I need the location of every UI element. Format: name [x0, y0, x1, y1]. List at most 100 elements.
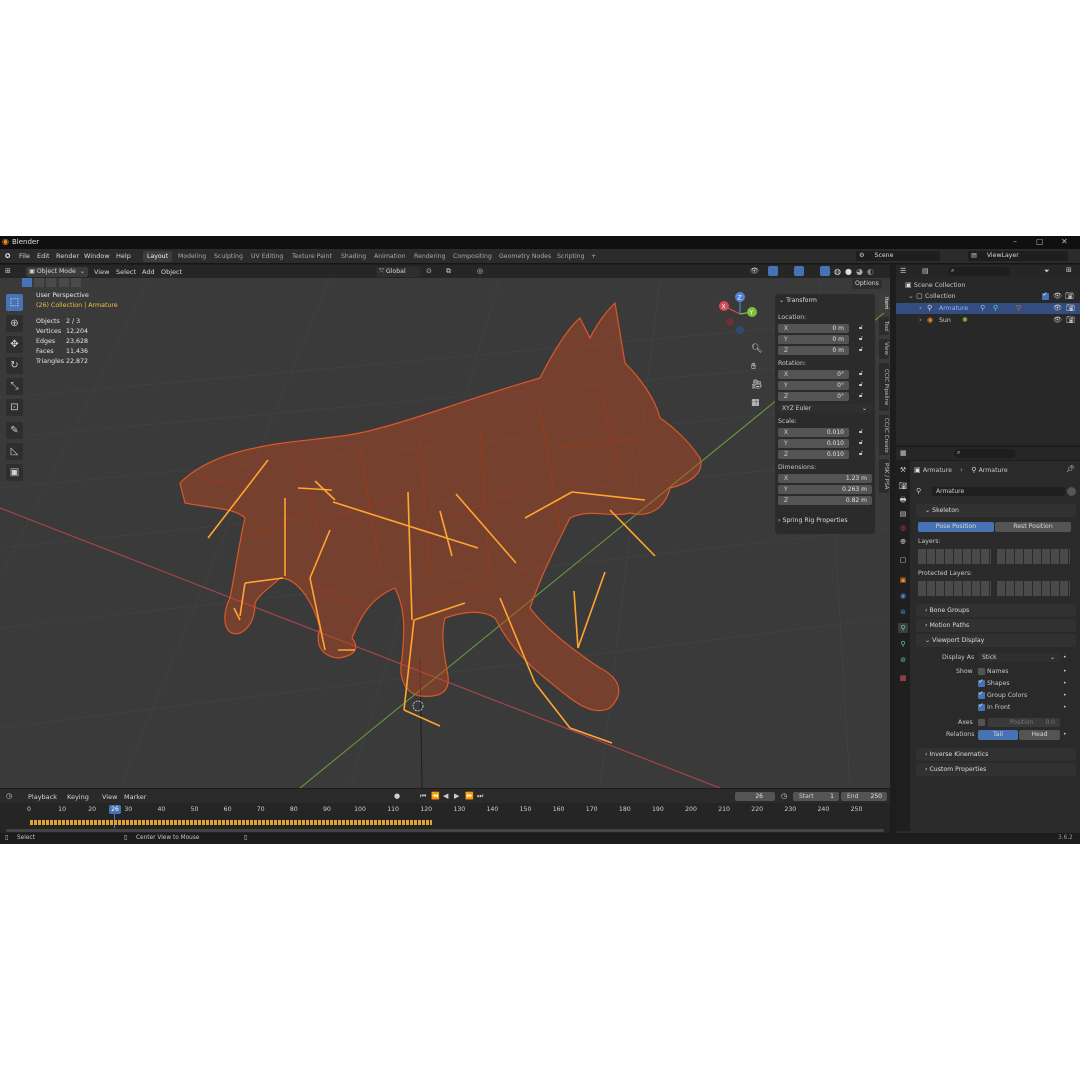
collection-enable-checkbox[interactable] [1042, 291, 1049, 300]
layers-grid-left[interactable] [918, 549, 991, 564]
timeline-menu-keying[interactable]: Keying [67, 793, 89, 801]
tab-modeling[interactable]: Modeling [174, 251, 210, 262]
jump-end-icon[interactable]: ⏭ [477, 792, 483, 801]
animate-dot-icon[interactable]: • [1063, 680, 1067, 687]
orientation-selector[interactable]: ⤧ Global [376, 267, 420, 277]
animate-dot-icon[interactable]: • [1063, 654, 1067, 661]
eye-icon[interactable]: 👁 [1053, 316, 1062, 324]
protected-layers-grid-left[interactable] [918, 581, 991, 596]
lock-icon[interactable]: 🔓︎ [859, 381, 863, 389]
wireframe-shading-icon[interactable]: ◍ [834, 267, 841, 276]
tab-psk-psa[interactable]: PSK / PSA [879, 459, 889, 493]
tab-sculpting[interactable]: Sculpting [210, 251, 247, 262]
relations-head-button[interactable]: Head [1019, 730, 1060, 740]
maximize-icon[interactable]: ▢ [1036, 237, 1044, 246]
pan-hand-icon[interactable]: ✋︎ [751, 362, 756, 372]
snap-icon[interactable]: ⧉ [446, 267, 451, 276]
eye-icon[interactable]: 👁 [1053, 304, 1062, 312]
menu-render[interactable]: Render [56, 252, 79, 260]
3d-viewport[interactable]: Options ⬚ ⊕ ✥ ↻ ⤡ ⊡ ✎ ◺ ▣ User Perspecti… [0, 278, 890, 788]
rendered-shading-icon[interactable]: ◐ [867, 267, 874, 276]
lock-icon[interactable]: 🔓︎ [859, 428, 863, 436]
animate-dot-icon[interactable]: • [1063, 704, 1067, 711]
select-box-tool[interactable]: ⬚ [6, 294, 23, 311]
object-tab-icon[interactable]: ▣ [898, 575, 908, 585]
mode-selector[interactable]: ▣ Object Mode ⌄ [26, 267, 88, 277]
names-checkbox[interactable] [978, 668, 985, 675]
rotation-y-field[interactable]: Y 0° [778, 381, 849, 390]
timeline-menu-marker[interactable]: Marker [124, 793, 146, 801]
filter-icon[interactable]: ⏷ [1044, 267, 1050, 276]
rotation-z-field[interactable]: Z 0° [778, 392, 849, 401]
animate-dot-icon[interactable]: • [1063, 692, 1067, 699]
pivot-icon[interactable]: ⊙ [426, 267, 432, 275]
menu-help[interactable]: Help [116, 252, 131, 260]
lock-icon[interactable]: 🔓︎ [859, 324, 863, 332]
lock-icon[interactable]: 🔓︎ [859, 439, 863, 447]
scale-z-field[interactable]: Z 0.010 [778, 450, 849, 459]
view-layer-selector[interactable]: ▤ ViewLayer [968, 251, 1068, 261]
timeline-menu-view[interactable]: View [102, 793, 117, 801]
minimize-icon[interactable]: – [1013, 237, 1017, 246]
bone-constraint-tab-icon[interactable]: ⊘ [898, 655, 908, 665]
new-collection-icon[interactable]: ⊞ [1066, 266, 1072, 274]
lock-icon[interactable]: 🔓︎ [859, 335, 863, 343]
camera-view-icon[interactable]: 🎥︎ [751, 380, 762, 390]
spring-rig-header[interactable]: › Spring Rig Properties [778, 517, 848, 524]
tab-shading[interactable]: Shading [337, 251, 370, 262]
texture-tab-icon[interactable]: ▩ [898, 673, 908, 683]
camera-icon[interactable]: 📷︎ [1065, 292, 1074, 300]
jump-start-icon[interactable]: ⏮ [420, 792, 426, 801]
custom-properties-section[interactable]: › Custom Properties [916, 763, 1076, 776]
location-z-field[interactable]: Z0 m [778, 346, 849, 355]
outliner-editor-icon[interactable]: ☰ [900, 267, 906, 275]
current-frame-field[interactable]: 26 [735, 792, 775, 801]
pose-position-button[interactable]: Pose Position [918, 522, 994, 532]
camera-icon[interactable]: 📷︎ [1066, 304, 1075, 312]
eye-icon[interactable]: 👁 [1053, 292, 1062, 300]
tab-uv-editing[interactable]: UV Editing [247, 251, 287, 262]
timeline-editor-icon[interactable]: ◷ [6, 792, 12, 800]
lock-icon[interactable]: 🔓︎ [859, 450, 863, 458]
dimension-z-field[interactable]: Z 0.82 m [778, 496, 872, 505]
bone-groups-section[interactable]: › Bone Groups [916, 604, 1076, 617]
overlay-toggle-icon[interactable] [794, 266, 804, 276]
rotation-mode-select[interactable]: XYZ Euler ⌄ [778, 404, 872, 413]
proportional-edit-icon[interactable]: ◎ [477, 267, 483, 275]
skeleton-section[interactable]: ⌄ Skeleton [916, 504, 1076, 517]
viewport-menu-object[interactable]: Object [161, 268, 182, 276]
add-workspace-icon[interactable]: + [591, 252, 596, 260]
camera-icon[interactable]: 📷︎ [1066, 316, 1075, 324]
animate-dot-icon[interactable]: • [1063, 668, 1067, 675]
shapes-checkbox[interactable] [978, 678, 985, 687]
measure-tool[interactable]: ◺ [6, 443, 23, 460]
tab-animation[interactable]: Animation [370, 251, 410, 262]
collection-row[interactable]: ⌄ ▢ Collection 👁 📷︎ [908, 291, 1076, 300]
group-colors-checkbox[interactable] [978, 690, 985, 699]
add-cube-tool[interactable]: ▣ [6, 464, 23, 481]
location-y-field[interactable]: Y0 m [778, 335, 849, 344]
physics-tab-icon[interactable]: ◉ [898, 591, 908, 601]
scene-collection-row[interactable]: ▣ Scene Collection [905, 281, 965, 289]
scene-tab-icon[interactable]: ◎ [898, 523, 908, 533]
record-icon[interactable]: ● [394, 792, 400, 800]
lock-icon[interactable]: 🔓︎ [859, 392, 863, 400]
properties-search-input[interactable]: ⌕ [954, 449, 1016, 458]
outliner-item-sun[interactable]: › ◉ Sun ✺ 👁 📷︎ [896, 315, 1080, 326]
dimension-x-field[interactable]: X 1.23 m [778, 474, 872, 483]
outliner-search-input[interactable]: ⌕ [948, 267, 1010, 276]
next-keyframe-icon[interactable]: ⏩ [465, 792, 474, 800]
properties-editor-icon[interactable]: ▦ [900, 449, 907, 457]
close-icon[interactable]: ✕ [1061, 237, 1068, 246]
axes-position-field[interactable]: Position 0.0 [988, 718, 1060, 727]
display-mode-icon[interactable]: ▤ [922, 267, 929, 275]
lock-icon[interactable]: 🔓︎ [859, 370, 863, 378]
motion-paths-section[interactable]: › Motion Paths [916, 619, 1076, 632]
animate-dot-icon[interactable]: • [1063, 731, 1067, 738]
viewport-display-section[interactable]: ⌄ Viewport Display [916, 634, 1076, 647]
tab-item[interactable]: Item [879, 293, 889, 313]
ortho-grid-icon[interactable]: ▦ [751, 398, 760, 408]
view-layer-tab-icon[interactable]: ▤ [898, 509, 908, 519]
dimension-y-field[interactable]: Y 0.263 m [778, 485, 872, 494]
visibility-icon[interactable]: 👁 [750, 267, 759, 275]
